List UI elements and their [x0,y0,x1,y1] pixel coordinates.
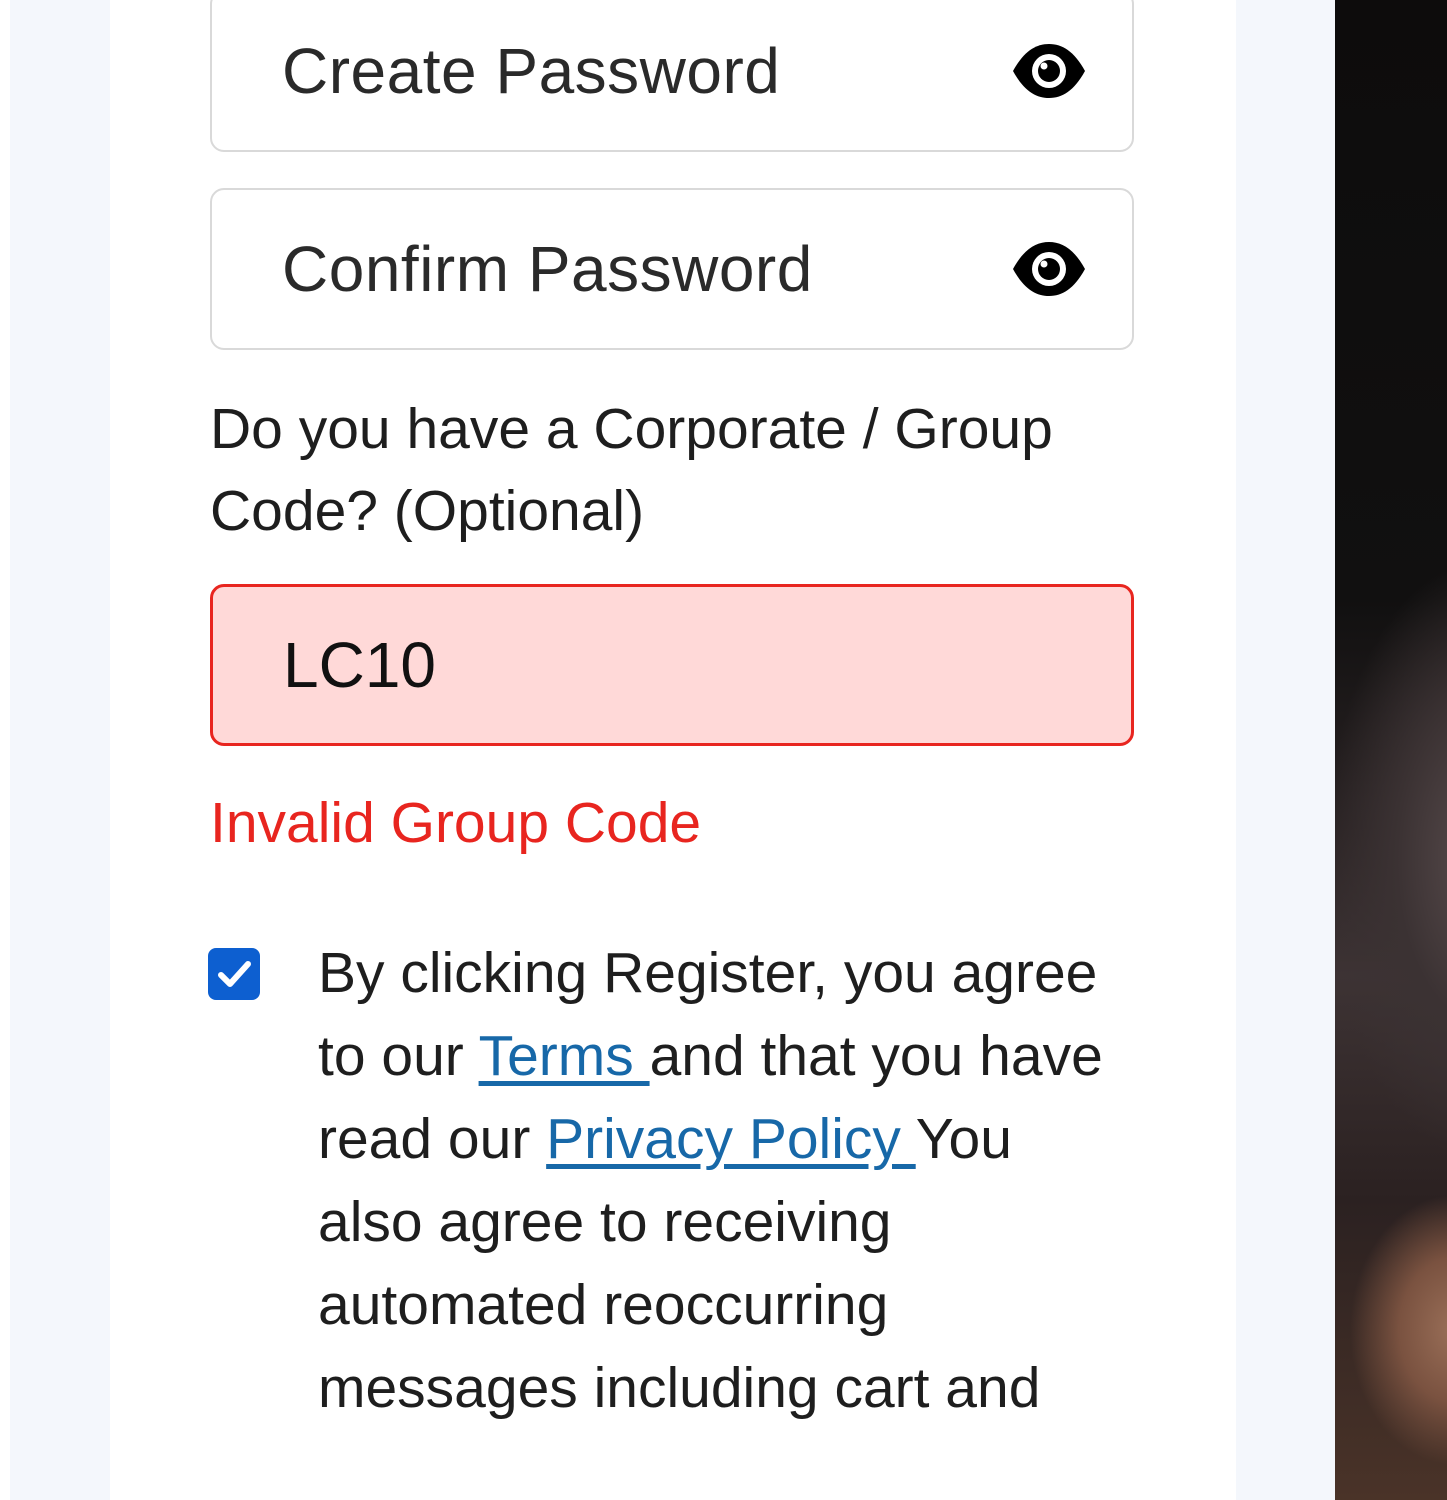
eye-icon[interactable] [1010,239,1088,299]
create-password-field[interactable]: Create Password [210,0,1134,152]
group-code-error: Invalid Group Code [210,791,702,855]
create-password-placeholder: Create Password [282,35,781,107]
group-code-value: LC10 [283,629,436,701]
consent-checkbox[interactable] [208,948,260,1000]
privacy-policy-link[interactable]: Privacy Policy [546,1107,916,1171]
checkmark-icon [218,961,251,987]
eye-icon[interactable] [1010,41,1088,101]
consent-text: By clicking Register, you agree to our T… [318,932,1118,1430]
confirm-password-placeholder: Confirm Password [282,233,813,305]
group-code-question: Do you have a Corporate / Group Code? (O… [210,397,1053,543]
background-photo [1335,0,1447,1500]
terms-link[interactable]: Terms [479,1024,650,1088]
page-gutter [0,0,10,1500]
confirm-password-field[interactable]: Confirm Password [210,188,1134,350]
group-code-input[interactable]: LC10 [210,584,1134,746]
